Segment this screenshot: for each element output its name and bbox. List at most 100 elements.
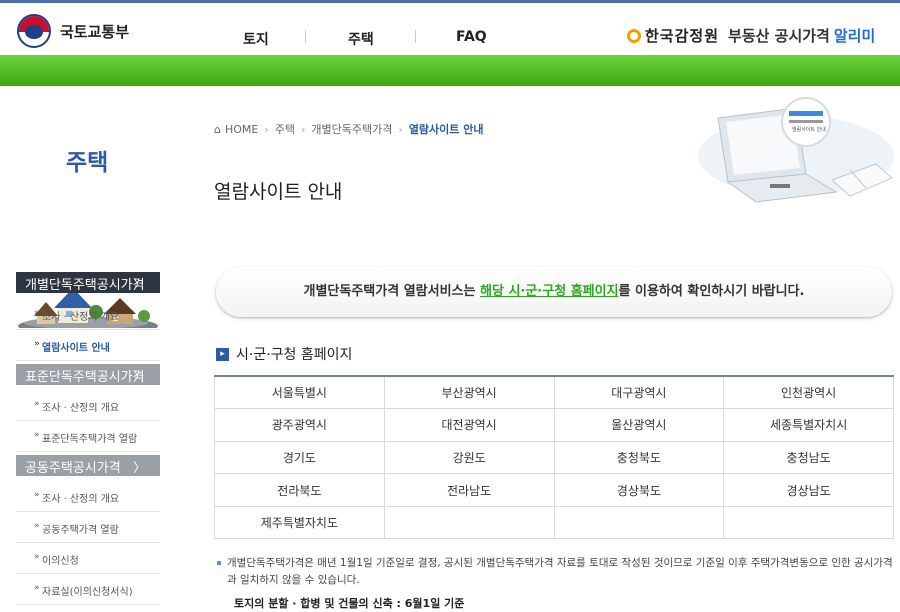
nav-land[interactable]: 토지	[243, 29, 269, 49]
region-empty-cell	[723, 505, 894, 540]
region-link[interactable]: 울산광역시	[553, 408, 725, 442]
brand-logo[interactable]: 한국감정원 부동산 공시가격 알리미	[627, 25, 875, 46]
sidebar-title: 주택	[66, 150, 109, 176]
breadcrumb-separator-icon: ›	[301, 122, 306, 136]
double-chevron-icon: »	[34, 308, 40, 318]
header: 국토교통부 토지 주택 FAQ 한국감정원 부동산 공시가격 알리미	[0, 3, 900, 55]
double-chevron-icon: »	[34, 430, 40, 440]
sidebar-menu-label: 표준단독주택공시가격	[25, 370, 145, 385]
section-heading: ▸ 시·군·구청 홈페이지	[216, 344, 352, 364]
taeguk-emblem-icon	[17, 14, 51, 48]
region-link[interactable]: 충청북도	[553, 440, 725, 475]
breadcrumb-separator-icon: ›	[264, 122, 269, 136]
notice-highlight: 해당 시·군·구청 홈페이지	[480, 284, 619, 299]
breadcrumb: ⌂ HOME › 주택 › 개별단독주택가격 › 열람사이트 안내	[214, 121, 483, 137]
footnote-bold: 토지의 분할 · 합병 및 건물의 신축 : 6월1일 기준	[234, 597, 465, 610]
region-link[interactable]: 광주광역시	[214, 408, 385, 442]
sidebar-sub-label: 열람사이트 안내	[42, 343, 110, 354]
chevron-right-icon: 〉	[132, 278, 146, 293]
ministry-name: 국토교통부	[60, 22, 130, 41]
chevron-right-icon: 〉	[132, 461, 146, 476]
double-chevron-icon: »	[34, 339, 40, 349]
region-empty-cell	[383, 505, 555, 540]
region-link[interactable]: 강원도	[383, 440, 555, 475]
service-name: 부동산 공시가격	[728, 27, 830, 45]
agency-name: 한국감정원	[645, 27, 720, 45]
double-chevron-icon: »	[34, 399, 40, 409]
sidebar-menu-standard-house-price[interactable]: 표준단독주택공시가격 〉	[16, 364, 160, 385]
region-link[interactable]: 충청남도	[723, 440, 894, 475]
laptop-illustration-icon: 열람사이트 안내	[698, 97, 894, 203]
sidebar-menu-apartment-price[interactable]: 공동주택공시가격 〉	[16, 455, 160, 476]
double-chevron-icon: »	[34, 521, 40, 531]
region-row: 전라북도 전라남도 경상북도 경상남도	[214, 473, 894, 507]
double-chevron-icon: »	[34, 490, 40, 500]
chevron-right-icon: 〉	[132, 370, 146, 385]
double-chevron-icon: »	[34, 552, 40, 562]
sidebar-sub-survey-overview[interactable]: » 조사 · 산정의 개요	[16, 390, 160, 421]
region-link[interactable]: 경상남도	[723, 473, 894, 507]
sidebar-sub-label: 공동주택가격 열람	[42, 525, 119, 536]
region-link[interactable]: 부산광역시	[383, 375, 555, 410]
sidebar-sub-standard-house-view[interactable]: » 표준단독주택가격 열람	[16, 421, 160, 452]
bullet-square-icon	[217, 561, 221, 565]
breadcrumb-current: 열람사이트 안내	[408, 123, 484, 136]
region-row: 제주특별자치도	[214, 505, 894, 540]
sidebar-sub-archive[interactable]: » 자료실(이의신청서식)	[16, 574, 160, 605]
sidebar-sub-label: 표준단독주택가격 열람	[42, 434, 138, 445]
sidebar: 주택 개별단독주택공시가격 〉 » 조사 · 산정의 개요 » 열람사이트 안내 표…	[0, 86, 170, 612]
sidebar-menu-label: 공동주택공시가격	[25, 461, 121, 476]
region-link[interactable]: 인천광역시	[723, 375, 894, 410]
double-chevron-icon: »	[34, 583, 40, 593]
sidebar-sub-survey-overview[interactable]: » 조사 · 산정의 개요	[16, 299, 160, 330]
square-chevron-right-icon: ▸	[216, 347, 229, 361]
region-row: 광주광역시 대전광역시 울산광역시 세종특별자치시	[214, 408, 894, 442]
region-link[interactable]: 대구광역시	[553, 375, 725, 410]
region-empty-cell	[553, 505, 725, 540]
notice-banner: 개별단독주택가격 열람서비스는 해당 시·군·구청 홈페이지를 이용하여 확인하…	[216, 267, 892, 317]
footnote-text: 개별단독주택가격은 매년 1월1일 기준일로 결정, 공시된 개별단독주택가격 …	[227, 557, 893, 586]
sidebar-menu-label: 개별단독주택공시가격	[25, 278, 145, 293]
kab-ci-icon	[627, 28, 641, 43]
sidebar-sub-label: 이의신청	[42, 556, 79, 567]
region-link[interactable]: 경상북도	[553, 473, 725, 507]
sidebar-sub-objection[interactable]: » 이의신청	[16, 543, 160, 574]
region-link[interactable]: 전라북도	[214, 473, 385, 507]
sidebar-sub-survey-overview[interactable]: » 조사 · 산정의 개요	[16, 481, 160, 512]
region-row: 서울특별시 부산광역시 대구광역시 인천광역시	[214, 375, 894, 410]
sidebar-sub-label: 조사 · 산정의 개요	[42, 312, 120, 323]
region-link[interactable]: 세종특별자치시	[723, 408, 894, 442]
ministry-logo[interactable]: 국토교통부	[17, 14, 129, 48]
sidebar-menu-individual-house-price[interactable]: 개별단독주택공시가격 〉	[16, 272, 160, 293]
home-icon: ⌂	[214, 122, 221, 136]
region-link[interactable]: 대전광역시	[383, 408, 555, 442]
nav-housing[interactable]: 주택	[348, 29, 374, 49]
region-link[interactable]: 서울특별시	[214, 375, 385, 410]
page-title: 열람사이트 안내	[214, 181, 343, 203]
region-link[interactable]: 제주특별자치도	[214, 505, 385, 540]
region-link[interactable]: 전라남도	[383, 473, 555, 507]
sidebar-sub-label: 조사 · 산정의 개요	[42, 403, 120, 414]
region-links-table: 서울특별시 부산광역시 대구광역시 인천광역시 광주광역시 대전광역시 울산광역시 세종특별자…	[214, 375, 894, 540]
region-row: 경기도 강원도 충청북도 충청남도	[214, 440, 894, 475]
nav-faq[interactable]: FAQ	[456, 29, 487, 45]
service-accent: 알리미	[833, 27, 876, 45]
sidebar-sub-view-site-guide[interactable]: » 열람사이트 안내	[16, 330, 160, 361]
sidebar-sub-apartment-view[interactable]: » 공동주택가격 열람	[16, 512, 160, 543]
illustration-label: 열람사이트 안내	[792, 126, 826, 133]
breadcrumb-individual-house[interactable]: 개별단독주택가격	[311, 121, 392, 137]
breadcrumb-separator-icon: ›	[398, 122, 403, 136]
region-link[interactable]: 경기도	[214, 440, 385, 475]
sidebar-sub-label: 자료실(이의신청서식)	[42, 587, 133, 598]
breadcrumb-home[interactable]: HOME	[225, 123, 258, 136]
section-title: 시·군·구청 홈페이지	[236, 347, 353, 363]
notice-text-before: 개별단독주택가격 열람서비스는	[303, 284, 480, 299]
nav-divider	[305, 30, 306, 43]
breadcrumb-housing[interactable]: 주택	[275, 121, 295, 137]
footnote: 개별단독주택가격은 매년 1월1일 기준일로 결정, 공시된 개별단독주택가격 …	[217, 555, 897, 589]
main-content: ⌂ HOME › 주택 › 개별단독주택가격 › 열람사이트 안내 열람사이트 …	[170, 86, 900, 612]
green-banner-bar	[0, 55, 900, 86]
nav-divider	[415, 30, 416, 43]
notice-text-after: 를 이용하여 확인하시기 바랍니다.	[618, 284, 805, 299]
sidebar-sub-label: 조사 · 산정의 개요	[42, 494, 120, 505]
